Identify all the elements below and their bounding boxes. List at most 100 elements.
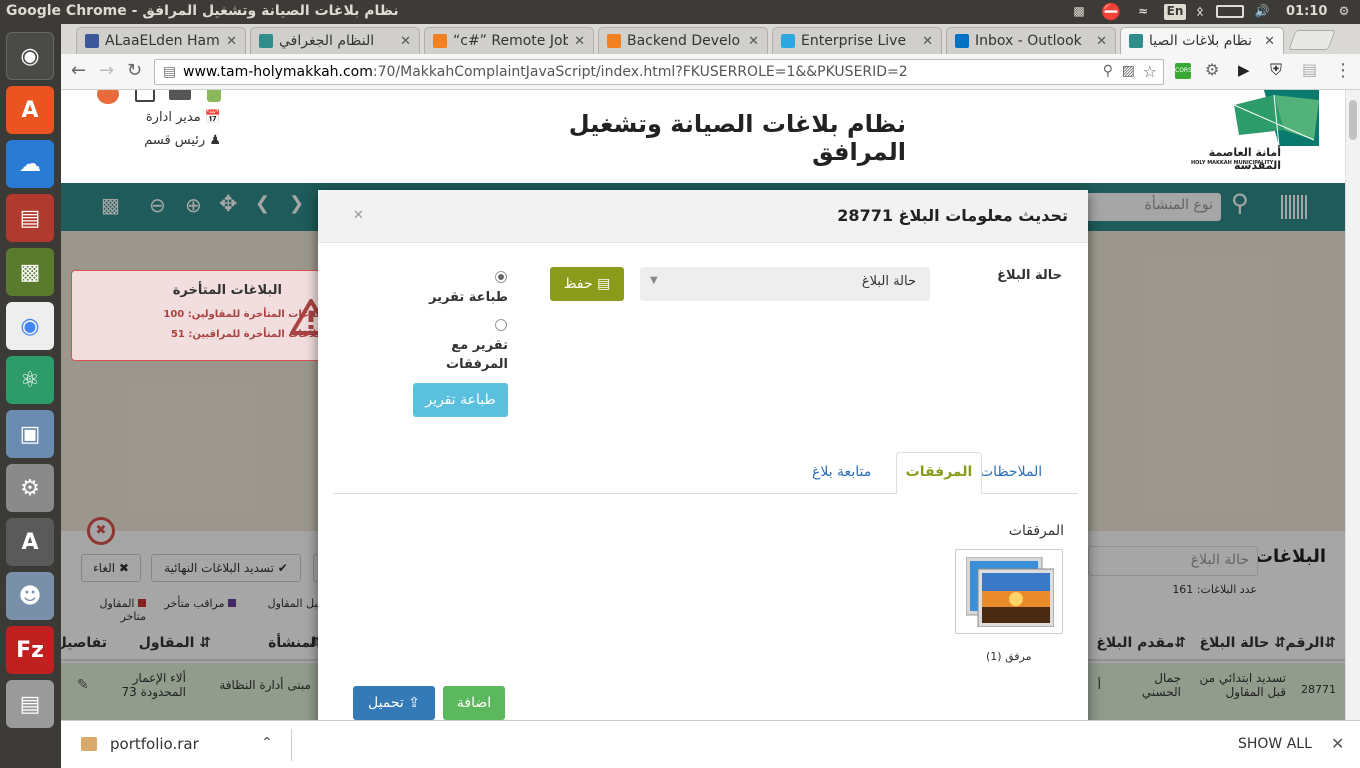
radio-print-report[interactable]: [495, 271, 507, 283]
cors-extension-icon[interactable]: CORS: [1175, 63, 1192, 79]
cloud-icon[interactable]: ☁: [6, 140, 54, 188]
reload-icon[interactable]: ↻: [127, 60, 142, 81]
no-entry-icon[interactable]: ⛔: [1100, 2, 1122, 21]
tab-follow-up[interactable]: متابعة بلاغ: [812, 464, 871, 480]
status-select[interactable]: حالة البلاغ ▼: [640, 267, 930, 301]
close-tab-icon[interactable]: ✕: [748, 34, 759, 49]
close-tab-icon[interactable]: ✕: [226, 34, 237, 49]
camera-icon[interactable]: [169, 90, 191, 100]
radio-report-attachments-line1: تقرير مع: [451, 338, 508, 353]
close-downloads-icon[interactable]: ✕: [1331, 734, 1344, 753]
atom-icon[interactable]: ⚛: [6, 356, 54, 404]
status-label: حالة البلاغ: [997, 268, 1062, 283]
extension-gear-icon[interactable]: ⚙: [1205, 60, 1219, 79]
modal-close-icon[interactable]: ✕: [353, 208, 364, 223]
chrome-icon[interactable]: ◉: [6, 302, 54, 350]
user-icon[interactable]: [207, 90, 221, 102]
attachment-thumbnail[interactable]: [955, 549, 1063, 634]
stackoverflow-icon: [433, 34, 447, 48]
close-tab-icon[interactable]: ✕: [1264, 34, 1275, 49]
save-label: حفظ: [563, 276, 593, 292]
back-arrow-icon[interactable]: ←: [71, 60, 86, 81]
shield-icon[interactable]: ⛨: [1270, 60, 1282, 80]
logout-icon[interactable]: [135, 90, 155, 102]
floppy-disk-icon: ▤: [597, 276, 611, 292]
play-extension-icon[interactable]: ▶: [1238, 61, 1250, 79]
users-icon[interactable]: ☻: [6, 572, 54, 620]
late-reports-alert: ✕ البلاغات المتأخرة عدد البلاغات المتأخر…: [71, 270, 351, 361]
unity-launcher: ◉ A ☁ ▤ ▩ ◉ ⚛ ▣ ⚙ A ☻ Fz ▤: [0, 24, 61, 768]
upload-button[interactable]: تحميل ⇪: [353, 686, 435, 720]
close-tab-icon[interactable]: ✕: [922, 34, 933, 49]
download-menu-chevron-icon[interactable]: ⌃: [261, 735, 273, 751]
browser-tab[interactable]: النظام الجغرافي ✕: [250, 27, 420, 54]
print-report-button[interactable]: طباعة تقرير: [413, 383, 508, 417]
tab-label: ALaaELden Ham: [105, 33, 220, 49]
browser-tab[interactable]: ALaaELden Ham ✕: [76, 27, 246, 54]
modal-header: تحديث معلومات البلاغ 28771 ✕: [318, 190, 1088, 243]
key-icon[interactable]: ⚲: [1103, 63, 1113, 79]
show-all-button[interactable]: SHOW ALL: [1238, 736, 1312, 752]
radio-report-attachments-line2: المرفقات: [446, 357, 508, 372]
facebook-icon: [85, 34, 99, 48]
bookmark-star-icon[interactable]: ☆: [1143, 62, 1157, 81]
role-manager[interactable]: 📅 مدير ادارة: [121, 110, 221, 125]
file-manager-icon[interactable]: ▤: [6, 194, 54, 242]
downloads-bar: portfolio.rar ⌃ SHOW ALL ✕: [61, 720, 1360, 768]
page-info-icon[interactable]: ▤: [163, 64, 176, 80]
attachment-caption: مرفق (1): [986, 650, 1032, 663]
scanner-icon[interactable]: ▤: [6, 680, 54, 728]
system-settings-icon[interactable]: ⚙: [6, 464, 54, 512]
new-tab-button[interactable]: [1288, 30, 1336, 50]
browser-tab[interactable]: Inbox - Outlook ✕: [946, 27, 1116, 54]
browser-tab[interactable]: Enterprise Live ✕: [772, 27, 942, 54]
extension-icon[interactable]: ▤: [1302, 60, 1317, 79]
download-filename[interactable]: portfolio.rar: [110, 735, 199, 753]
attachments-heading: المرفقات: [1008, 523, 1064, 539]
close-tab-icon[interactable]: ✕: [1096, 34, 1107, 49]
role-head-label: رئيس قسم: [144, 133, 206, 148]
browser-tab-active[interactable]: نظام بلاغات الصيا ✕: [1120, 27, 1284, 54]
stackoverflow-icon: [607, 34, 621, 48]
url-host: www.tam-holymakkah.com: [183, 64, 373, 80]
hardware-icon[interactable]: ▩: [6, 248, 54, 296]
ubuntu-dash-icon[interactable]: ◉: [6, 32, 54, 80]
chrome-menu-icon[interactable]: ⋮: [1334, 60, 1352, 81]
keyboard-language[interactable]: En: [1164, 4, 1186, 20]
address-bar[interactable]: ▤ www.tam-holymakkah.com:70/MakkahCompla…: [154, 59, 1164, 85]
save-button[interactable]: حفظ ▤: [550, 267, 624, 301]
tab-attachments[interactable]: المرفقات: [896, 452, 982, 494]
network-indicator-icon[interactable]: ▩: [1068, 4, 1090, 20]
clock[interactable]: 01:10: [1286, 4, 1327, 20]
software-center-icon[interactable]: A: [6, 86, 54, 134]
enterprise-live-icon: [781, 34, 795, 48]
browser-tab[interactable]: “c#” Remote Job ✕: [424, 27, 594, 54]
close-tab-icon[interactable]: ✕: [574, 34, 585, 49]
battery-icon[interactable]: [1216, 5, 1244, 18]
volume-icon[interactable]: 🔊: [1252, 4, 1272, 20]
bluetooth-icon[interactable]: ᛟ: [1192, 4, 1208, 20]
role-head[interactable]: ♟ رئيس قسم: [121, 133, 221, 148]
tab-label: نظام بلاغات الصيا: [1149, 33, 1253, 49]
radio-report-attachments[interactable]: [495, 319, 507, 331]
tab-label: Backend Develo: [627, 33, 741, 49]
settings-gear-icon[interactable]: ⚙: [1334, 4, 1354, 20]
scrollbar-thumb[interactable]: [1349, 100, 1357, 140]
makkah-logo-icon: [1233, 90, 1319, 146]
page-scrollbar[interactable]: [1345, 90, 1360, 720]
browser-tab[interactable]: Backend Develo ✕: [598, 27, 768, 54]
add-button[interactable]: اضافة: [443, 686, 505, 720]
forward-arrow-icon[interactable]: →: [99, 60, 114, 81]
remote-desktop-icon[interactable]: ▣: [6, 410, 54, 458]
translate-icon[interactable]: ▨: [1122, 63, 1135, 79]
tab-notes[interactable]: الملاحظات: [980, 464, 1042, 480]
close-tab-icon[interactable]: ✕: [400, 34, 411, 49]
tab-label: النظام الجغرافي: [279, 33, 375, 49]
upload-label: تحميل: [367, 695, 404, 711]
filezilla-icon[interactable]: Fz: [6, 626, 54, 674]
wifi-icon[interactable]: ≈: [1132, 4, 1154, 20]
power-icon[interactable]: [97, 90, 119, 104]
url-path: :70/MakkahComplaintJavaScript/index.html…: [372, 64, 908, 80]
tab-label: “c#” Remote Job: [453, 33, 569, 49]
software-updater-icon[interactable]: A: [6, 518, 54, 566]
